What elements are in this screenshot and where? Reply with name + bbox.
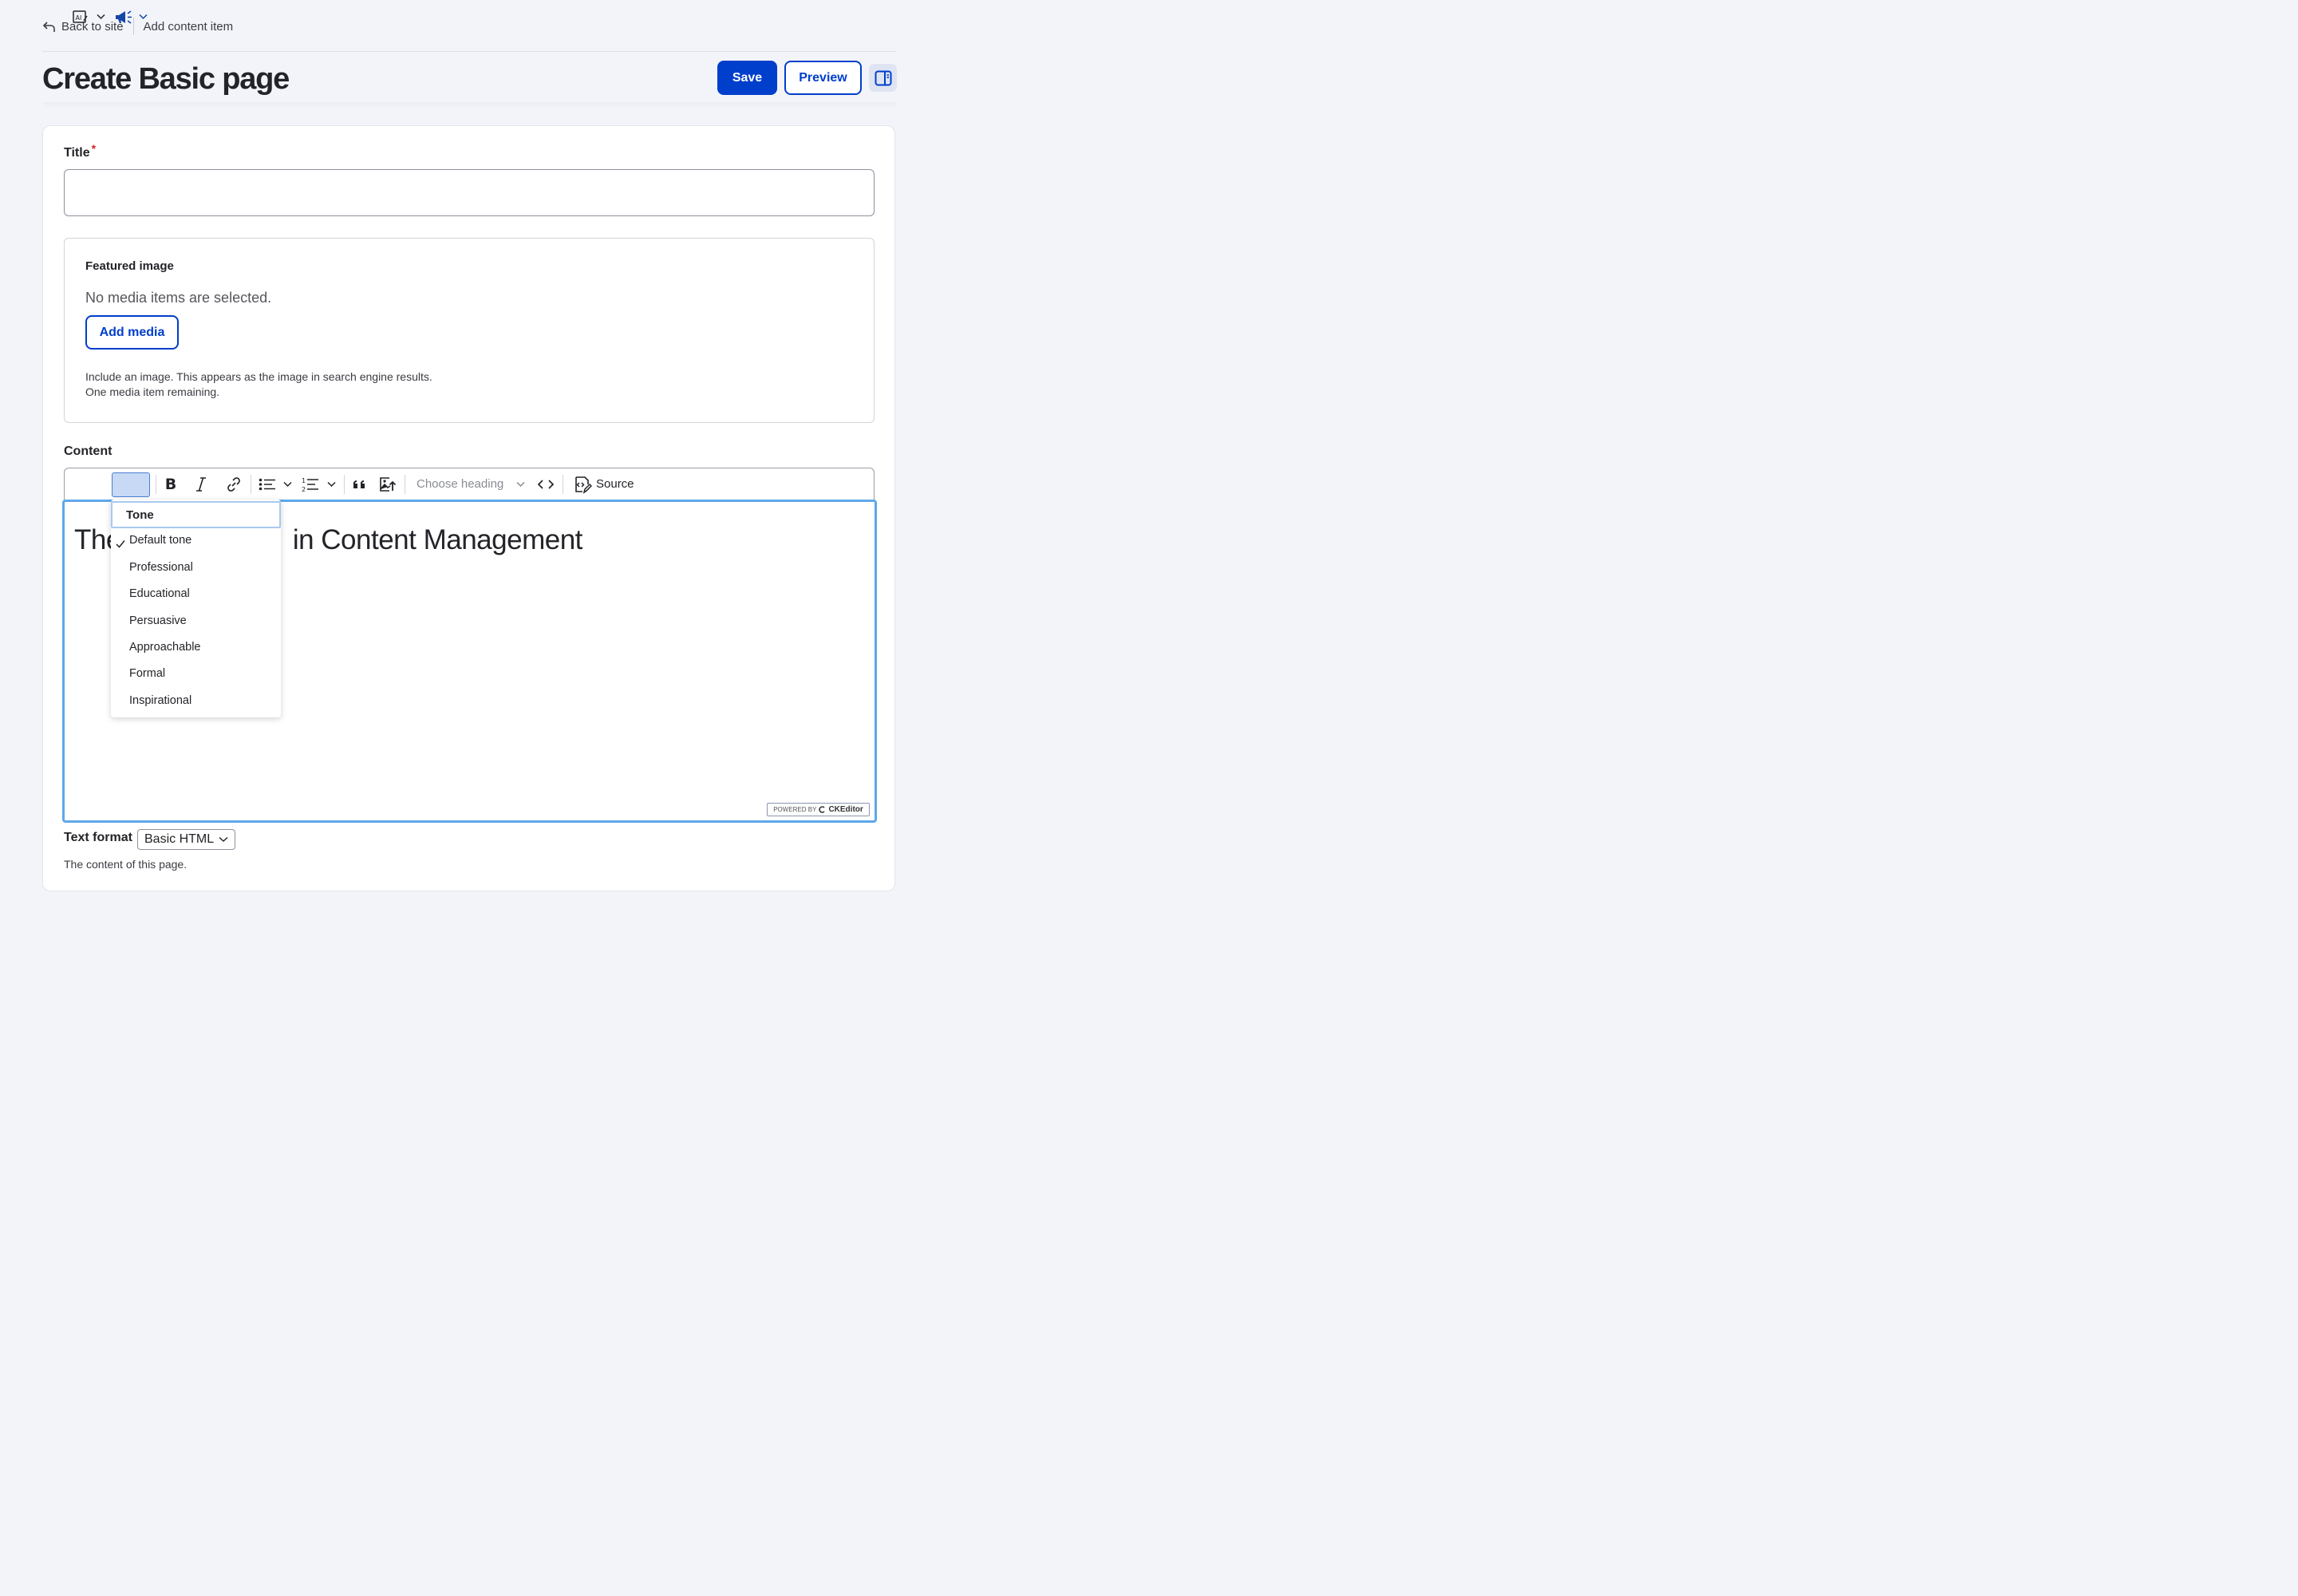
tone-dropdown-arrow[interactable] — [136, 0, 149, 33]
ai-assistant-button[interactable]: AI — [72, 0, 89, 33]
chevron-down-icon — [219, 836, 228, 843]
sidebar-panel-icon — [875, 70, 891, 85]
tone-dropdown — [111, 500, 281, 717]
checkmark-icon — [116, 539, 125, 551]
bulleted-list-button[interactable] — [257, 468, 278, 500]
ckeditor-badge[interactable]: POWERED BY CKEditor — [767, 803, 870, 816]
sidebar-toggle-button[interactable] — [869, 64, 897, 92]
tone-dropdown-header[interactable]: Tone — [111, 501, 281, 528]
insert-image-button[interactable] — [378, 468, 397, 500]
source-button[interactable] — [573, 468, 592, 500]
header-divider — [42, 51, 896, 52]
featured-image-description: Include an image. This appears as the im… — [85, 370, 432, 398]
title-label: Title * — [64, 142, 97, 160]
svg-text:1: 1 — [302, 477, 306, 484]
text-format-select[interactable]: Basic HTML — [137, 829, 235, 850]
chevron-down-icon — [282, 481, 292, 487]
toolbar-separator — [344, 475, 345, 494]
tone-button-active[interactable] — [112, 472, 150, 497]
tone-button[interactable] — [114, 0, 133, 33]
tone-option-professional[interactable]: Professional — [129, 561, 193, 574]
quote-icon — [353, 480, 365, 488]
ckeditor-logo-icon — [819, 806, 825, 813]
content-label: Content — [64, 444, 113, 458]
image-upload-icon — [380, 476, 397, 492]
required-marker: * — [91, 142, 97, 155]
tone-option-persuasive[interactable]: Persuasive — [129, 614, 187, 627]
chevron-down-icon — [96, 14, 105, 19]
numbered-list-icon: 12 — [302, 477, 318, 492]
bold-icon: B — [164, 475, 177, 493]
ai-dropdown-arrow[interactable] — [94, 0, 107, 33]
tone-option-default[interactable]: Default tone — [129, 534, 192, 547]
header-shadow — [42, 102, 896, 109]
italic-icon — [196, 476, 206, 492]
megaphone-icon — [116, 10, 132, 24]
bulleted-list-icon — [259, 478, 275, 490]
svg-text:AI: AI — [76, 14, 82, 22]
svg-text:2: 2 — [302, 486, 306, 492]
back-arrow-icon — [42, 21, 55, 32]
chevron-down-icon — [326, 481, 336, 487]
code-icon — [538, 479, 554, 489]
chevron-down-icon — [516, 481, 525, 487]
heading-select-label: Choose heading — [417, 477, 504, 491]
link-icon — [227, 476, 240, 492]
tone-option-formal[interactable]: Formal — [129, 667, 165, 680]
bold-button[interactable]: B — [161, 468, 180, 500]
source-icon — [575, 476, 592, 494]
blockquote-button[interactable] — [351, 468, 369, 500]
ai-icon: AI — [73, 10, 88, 23]
link-button[interactable] — [223, 468, 244, 500]
chevron-down-icon — [138, 14, 148, 19]
source-label[interactable]: Source — [596, 468, 634, 500]
numbered-list-button[interactable]: 12 — [300, 468, 321, 500]
heading-select[interactable]: Choose heading — [417, 468, 525, 500]
tone-option-educational[interactable]: Educational — [129, 587, 190, 600]
code-button[interactable] — [536, 468, 555, 500]
no-media-text: No media items are selected. — [85, 290, 272, 306]
italic-button[interactable] — [192, 468, 211, 500]
preview-button[interactable]: Preview — [784, 61, 862, 95]
tone-option-approachable[interactable]: Approachable — [129, 641, 201, 654]
tone-option-inspirational[interactable]: Inspirational — [129, 694, 192, 707]
bulleted-list-dropdown[interactable] — [281, 468, 294, 500]
add-media-button[interactable]: Add media — [85, 315, 179, 350]
page-title: Create Basic page — [42, 62, 290, 96]
title-input[interactable] — [64, 169, 875, 216]
content-help-text: The content of this page. — [64, 858, 188, 871]
numbered-list-dropdown[interactable] — [325, 468, 338, 500]
text-format-label: Text format — [64, 831, 132, 844]
breadcrumb: Add content item — [143, 19, 234, 34]
save-button[interactable]: Save — [717, 61, 777, 95]
featured-image-legend: Featured image — [85, 259, 174, 273]
